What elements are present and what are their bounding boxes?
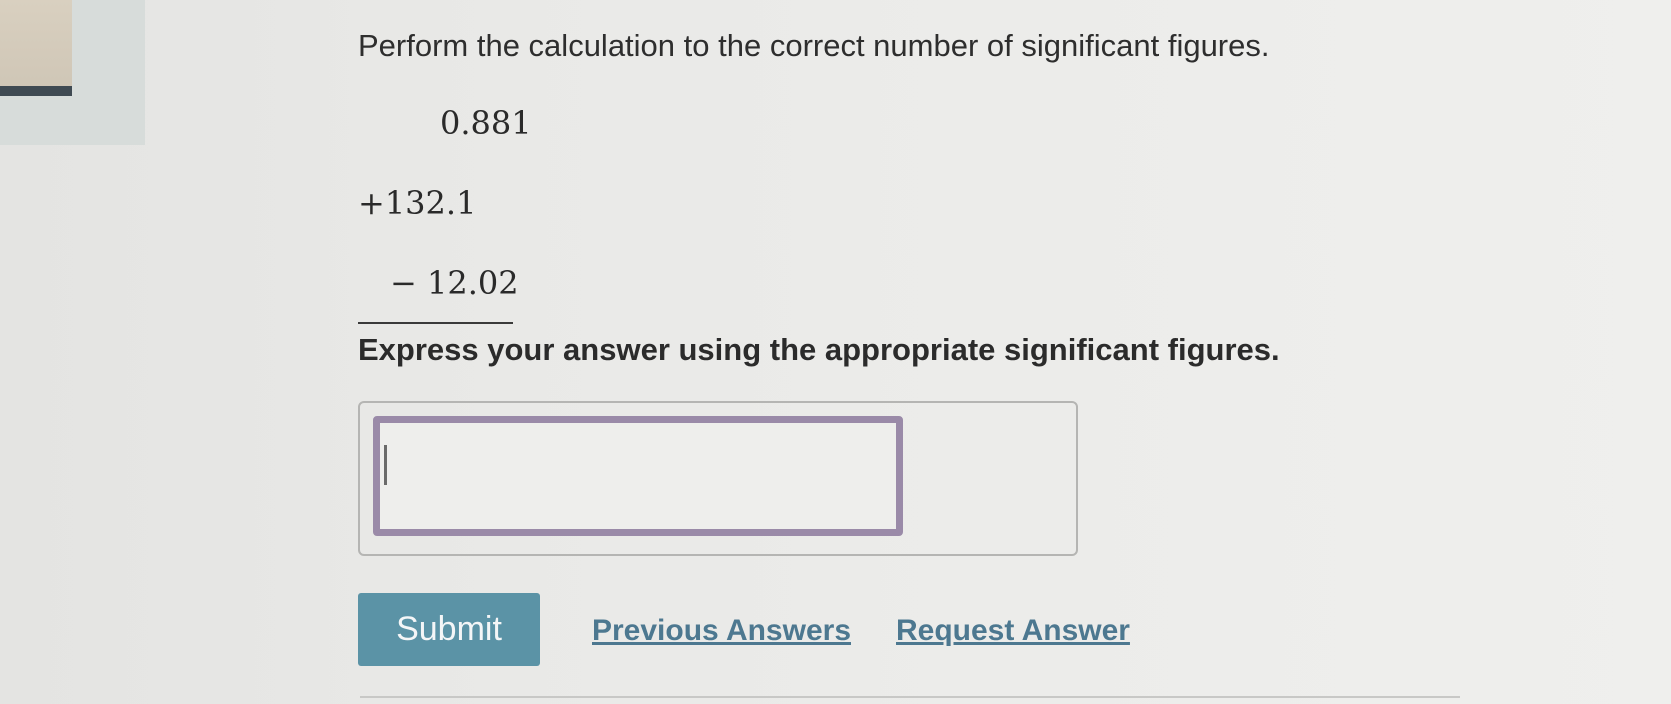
answer-frame (358, 401, 1078, 556)
expression-term-2: +132.1 (358, 184, 477, 222)
sidebar-thumbnail-bar (0, 86, 72, 96)
submit-button[interactable]: Submit (358, 593, 540, 666)
question-prompt: Perform the calculation to the correct n… (358, 28, 1270, 63)
sidebar-thumbnail[interactable] (0, 0, 72, 90)
answer-input[interactable] (373, 416, 903, 536)
expression-term-3: − 12.02 (390, 264, 519, 302)
next-section-edge (360, 696, 1460, 698)
text-caret (384, 445, 387, 485)
previous-answers-link[interactable]: Previous Answers (592, 614, 851, 648)
expression-term-1: 0.881 (440, 104, 532, 142)
request-answer-link[interactable]: Request Answer (896, 614, 1130, 648)
answer-instruction: Express your answer using the appropriat… (358, 332, 1280, 367)
sum-rule-line (358, 322, 513, 324)
